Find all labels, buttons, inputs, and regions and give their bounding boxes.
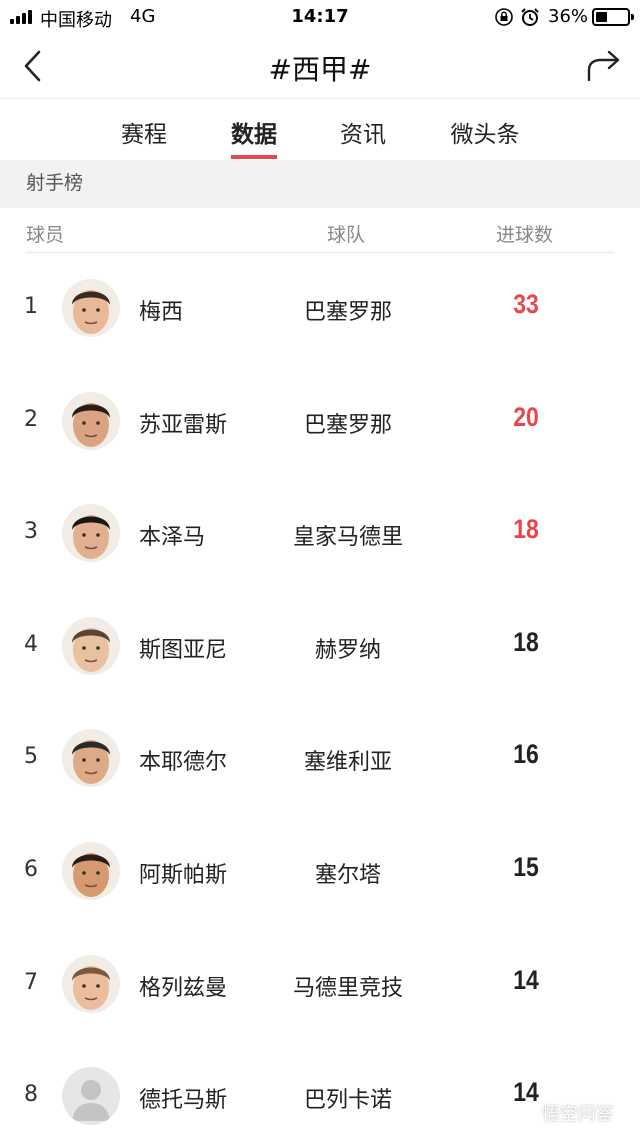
table-row[interactable]: 5 本耶德尔 塞维利亚 16: [0, 703, 640, 816]
rank: 6: [24, 856, 38, 882]
share-arrow-icon[interactable]: [584, 48, 624, 84]
battery-icon: [592, 8, 634, 26]
player-name: 阿斯帕斯: [139, 862, 228, 888]
team-name: 巴塞罗那: [303, 300, 392, 325]
player-avatar: [62, 729, 120, 788]
section-title: 射手榜: [26, 172, 84, 194]
player-name: 德托马斯: [139, 1088, 228, 1114]
team-name: 巴塞罗那: [303, 412, 392, 438]
alarm-icon: [521, 8, 539, 26]
player-name: 苏亚雷斯: [139, 412, 228, 438]
rank: 8: [24, 1082, 38, 1108]
battery-percent: 36%: [548, 6, 589, 27]
tab-schedule[interactable]: 赛程: [112, 115, 176, 149]
table-row[interactable]: 4 斯图亚尼 赫罗纳 18: [0, 591, 640, 704]
column-header-goals: 进球数: [496, 224, 554, 246]
orientation-lock-icon: [495, 8, 513, 26]
player-name: 本耶德尔: [139, 750, 228, 776]
clock: 14:17: [291, 6, 349, 27]
battery-fill: [596, 12, 607, 22]
table-row[interactable]: 6 阿斯帕斯 塞尔塔 15: [0, 816, 640, 929]
team-name: 塞尔塔: [314, 862, 381, 888]
team-name: 赫罗纳: [314, 637, 381, 663]
watermark-text: 悟空问答: [541, 1104, 614, 1125]
watermark: 悟空问答: [510, 1100, 614, 1130]
table-row[interactable]: 2 苏亚雷斯 巴塞罗那 20: [0, 366, 640, 479]
team-name: 塞维利亚: [303, 750, 392, 776]
column-header-player: 球员: [26, 224, 65, 246]
player-avatar: [62, 391, 120, 450]
tab-micro-headlines[interactable]: 微头条: [440, 115, 530, 149]
player-avatar: [62, 841, 120, 900]
goal-count: 16: [513, 739, 539, 770]
player-avatar: [62, 954, 120, 1013]
player-name: 本泽马: [139, 525, 206, 551]
scorer-list: 1 梅西 巴塞罗那 33 2 苏亚雷斯 巴塞罗那 20 3 本泽马 皇家马德里 18 4 斯图亚尼 赫罗纳 1…: [0, 253, 640, 1138]
goal-count: 15: [513, 851, 539, 882]
rank: 7: [24, 969, 38, 995]
active-tab-indicator: [231, 155, 277, 159]
player-name: 斯图亚尼: [139, 637, 228, 663]
column-headers: 球员 球队 进球数: [0, 208, 640, 252]
player-avatar: [62, 616, 120, 675]
table-row[interactable]: 3 本泽马 皇家马德里 18: [0, 478, 640, 591]
section-header: 射手榜: [0, 160, 640, 208]
table-row[interactable]: 7 格列兹曼 马德里竞技 14: [0, 929, 640, 1042]
goal-count: 18: [513, 514, 539, 545]
goal-count: 33: [513, 289, 539, 319]
table-row[interactable]: 1 梅西 巴塞罗那 33: [0, 253, 640, 366]
goal-count: 20: [513, 401, 539, 432]
team-name: 巴列卡诺: [303, 1088, 392, 1114]
team-name: 马德里竞技: [292, 975, 403, 1001]
status-bar: 中国移动 4G 14:17 36%: [0, 0, 640, 34]
player-name: 格列兹曼: [139, 975, 228, 1001]
rank: 5: [24, 744, 38, 770]
player-name: 梅西: [139, 300, 184, 325]
goal-count: 14: [513, 964, 539, 995]
column-header-team: 球队: [327, 224, 366, 246]
team-name: 皇家马德里: [292, 525, 403, 551]
tab-news[interactable]: 资讯: [331, 115, 395, 149]
player-avatar: [62, 1067, 120, 1126]
tab-bar: 赛程 数据 资讯 微头条: [0, 98, 640, 160]
goal-count: 18: [513, 626, 539, 657]
player-avatar: [62, 279, 120, 337]
rank: 2: [24, 406, 38, 432]
page-title: #西甲#: [268, 53, 372, 86]
rank: 4: [24, 631, 38, 657]
tab-data[interactable]: 数据: [222, 115, 286, 149]
rank: 3: [24, 519, 38, 545]
wukong-logo-icon: [511, 1107, 535, 1123]
rank: 1: [24, 294, 38, 319]
player-avatar: [62, 504, 120, 563]
nav-bar: #西甲#: [0, 34, 640, 98]
